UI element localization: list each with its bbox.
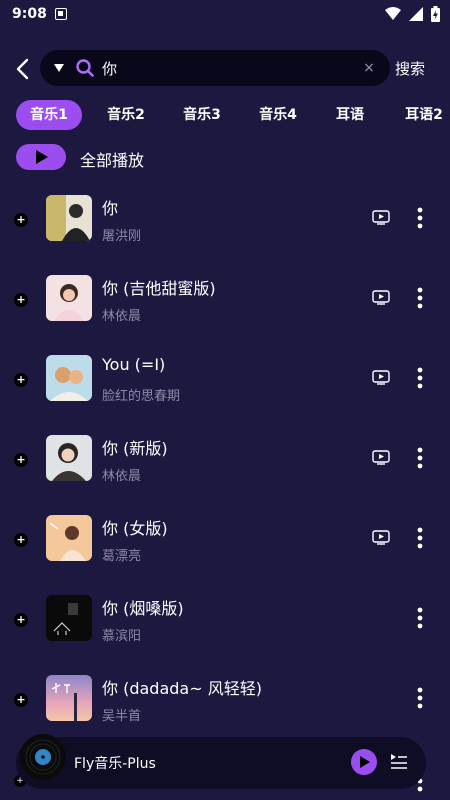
more-options-icon[interactable] — [412, 687, 428, 709]
status-icons — [385, 6, 440, 22]
song-artist: 脸红的思春期 — [102, 389, 181, 404]
album-cover — [46, 355, 92, 401]
mv-icon[interactable] — [372, 290, 390, 305]
list-item[interactable]: + 你 (吉他甜蜜版) 林依晨 — [0, 265, 450, 345]
song-title: 你 (吉他甜蜜版) — [102, 279, 216, 298]
song-title: 你 — [102, 199, 119, 218]
search-box[interactable]: × — [40, 50, 390, 86]
search-button[interactable]: 搜索 — [395, 58, 425, 79]
song-title: 你 (烟嗓版) — [102, 599, 184, 618]
battery-icon — [431, 6, 440, 22]
search-bar-row: × 搜索 — [0, 50, 450, 88]
album-art-image — [46, 675, 92, 721]
vinyl-disc-icon — [20, 734, 66, 780]
play-all-button[interactable] — [16, 144, 66, 170]
mini-player[interactable]: Fly音乐-Plus — [16, 734, 426, 789]
add-to-playlist-icon[interactable]: + — [14, 693, 28, 707]
playlist-queue-icon[interactable] — [390, 752, 408, 770]
wifi-icon — [385, 7, 401, 20]
list-item[interactable]: + 你 (dadada~ 风轻轻) 吴半首 — [0, 665, 450, 745]
play-icon — [360, 756, 370, 768]
song-artist: 屠洪刚 — [102, 229, 142, 244]
status-bar: 9:08 — [0, 0, 450, 28]
add-to-playlist-icon[interactable]: + — [14, 533, 28, 547]
play-all-label[interactable]: 全部播放 — [80, 147, 144, 171]
source-tabs: 音乐1 音乐2 音乐3 音乐4 耳语 耳语2 — [0, 100, 450, 130]
add-to-playlist-icon[interactable]: + — [14, 373, 28, 387]
more-options-icon[interactable] — [412, 527, 428, 549]
add-to-playlist-icon[interactable]: + — [14, 213, 28, 227]
back-button[interactable] — [10, 54, 34, 84]
album-cover — [46, 675, 92, 721]
search-input[interactable] — [102, 59, 360, 77]
now-playing-title: Fly音乐-Plus — [74, 756, 156, 772]
clear-search-button[interactable]: × — [360, 60, 378, 76]
tab-music-1[interactable]: 音乐1 — [16, 100, 82, 130]
list-item[interactable]: + 你 (烟嗓版) 慕滨阳 — [0, 585, 450, 665]
mv-icon[interactable] — [372, 370, 390, 385]
list-item[interactable]: + You (=I) 脸红的思春期 — [0, 345, 450, 425]
more-options-icon[interactable] — [412, 287, 428, 309]
more-options-icon[interactable] — [412, 367, 428, 389]
album-cover — [46, 195, 92, 241]
add-to-playlist-icon[interactable]: + — [14, 453, 28, 467]
play-all-row: 全部播放 — [0, 144, 450, 170]
album-cover — [46, 515, 92, 561]
song-artist: 林依晨 — [102, 469, 142, 484]
signal-icon — [409, 7, 423, 21]
mv-icon[interactable] — [372, 450, 390, 465]
more-options-icon[interactable] — [412, 207, 428, 229]
album-art-image — [46, 195, 92, 241]
tab-music-3[interactable]: 音乐3 — [172, 100, 232, 130]
caret-down-icon — [54, 64, 64, 72]
album-art-image — [46, 595, 92, 641]
play-button[interactable] — [351, 749, 377, 775]
song-title: You (=I) — [102, 355, 166, 374]
song-title: 你 (dadada~ 风轻轻) — [102, 679, 262, 698]
more-options-icon[interactable] — [412, 607, 428, 629]
list-item[interactable]: + 你 屠洪刚 — [0, 185, 450, 265]
notification-icon — [54, 8, 67, 20]
album-art-image — [46, 435, 92, 481]
song-artist: 林依晨 — [102, 309, 142, 324]
album-cover — [46, 435, 92, 481]
song-artist: 慕滨阳 — [102, 629, 142, 644]
tab-whisper-2[interactable]: 耳语2 — [396, 100, 450, 130]
album-art-image — [46, 275, 92, 321]
vinyl-record-image — [21, 735, 65, 779]
search-icon — [76, 59, 94, 77]
tab-music-4[interactable]: 音乐4 — [248, 100, 308, 130]
tab-music-2[interactable]: 音乐2 — [96, 100, 156, 130]
status-time: 9:08 — [12, 6, 47, 22]
search-source-dropdown[interactable] — [52, 64, 66, 72]
list-item[interactable]: + 你 (新版) 林依晨 — [0, 425, 450, 505]
chevron-left-icon — [16, 58, 29, 80]
mv-icon[interactable] — [372, 530, 390, 545]
add-to-playlist-icon[interactable]: + — [14, 613, 28, 627]
more-options-icon[interactable] — [412, 447, 428, 469]
play-icon — [36, 150, 48, 164]
tab-whisper[interactable]: 耳语 — [322, 100, 378, 130]
add-to-playlist-icon[interactable]: + — [14, 293, 28, 307]
song-artist: 吴半首 — [102, 709, 142, 724]
album-art-image — [46, 515, 92, 561]
song-title: 你 (新版) — [102, 439, 168, 458]
mv-icon[interactable] — [372, 210, 390, 225]
album-art-image — [46, 355, 92, 401]
album-cover — [46, 595, 92, 641]
album-cover — [46, 275, 92, 321]
song-artist: 葛漂亮 — [102, 549, 142, 564]
song-title: 你 (女版) — [102, 519, 168, 538]
list-item[interactable]: + 你 (女版) 葛漂亮 — [0, 505, 450, 585]
